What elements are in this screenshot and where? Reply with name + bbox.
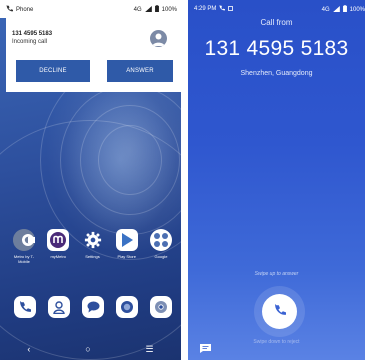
app-settings[interactable]: Settings (79, 229, 107, 264)
app-row: Metro by T-Mobile myMetro Settings Play … (10, 229, 175, 264)
app-label: Settings (85, 254, 100, 259)
contacts-icon[interactable] (48, 296, 70, 318)
camera-icon[interactable] (116, 296, 138, 318)
app-label: Metro by T-Mobile (13, 254, 35, 264)
swipe-down-hint: Swipe down to reject (253, 339, 300, 345)
status-bar: Phone 4G 100% (0, 0, 181, 18)
network-type: 4G (133, 6, 142, 13)
avatar-icon (150, 30, 167, 47)
home-button[interactable]: ○ (85, 344, 90, 354)
app-google-folder[interactable]: Google (147, 229, 175, 264)
signal-icon (332, 5, 340, 14)
app-play-store[interactable]: Play Store (113, 229, 141, 264)
phone-call-icon (6, 5, 13, 14)
battery-percent: 100% (161, 6, 177, 13)
caller-number: 131 4595 5183 (12, 31, 53, 37)
play-store-icon (115, 229, 138, 251)
swipe-up-hint: Swipe up to answer (254, 271, 299, 277)
metro-icon (13, 229, 35, 251)
answer-button[interactable]: ANSWER (107, 60, 173, 82)
home-screen-with-call-notification: Phone 4G 100% 131 4595 5183 Incoming cal… (0, 0, 181, 360)
app-label: myMetro (50, 254, 67, 259)
phone-icon[interactable] (14, 296, 36, 318)
carrier-label: Phone (16, 6, 34, 13)
battery-icon (342, 5, 347, 14)
incoming-call-screen: 4:29 PM 4G 100% Call from 131 4595 5183 … (188, 0, 365, 360)
app-label: Google (154, 254, 168, 259)
back-button[interactable]: ‹ (27, 344, 30, 354)
status-bar: 4:29 PM 4G 100% (188, 0, 365, 16)
caller-number: 131 4595 5183 (204, 37, 349, 60)
clock: 4:29 PM (194, 6, 217, 12)
incoming-call-label: Incoming call (12, 39, 48, 45)
messages-icon[interactable] (82, 296, 104, 318)
decline-button[interactable]: DECLINE (16, 60, 90, 82)
mymetro-icon (47, 229, 70, 251)
phone-call-icon (219, 5, 226, 13)
signal-icon (144, 5, 152, 14)
google-folder-icon (150, 229, 172, 251)
gear-icon (82, 229, 104, 251)
answer-swipe-button[interactable] (262, 294, 297, 329)
battery-percent: 100% (349, 6, 365, 13)
recents-button[interactable]: ☰ (146, 344, 154, 355)
app-mymetro[interactable]: myMetro (44, 229, 72, 264)
app-label: Play Store (117, 254, 136, 259)
incoming-call-notification[interactable]: 131 4595 5183 Incoming call DECLINE ANSW… (6, 18, 181, 92)
sim-icon (228, 5, 234, 13)
battery-icon (154, 5, 159, 14)
phone-icon (274, 303, 286, 321)
app-metro[interactable]: Metro by T-Mobile (10, 229, 38, 264)
call-from-label: Call from (260, 18, 293, 27)
network-type: 4G (321, 6, 330, 13)
chrome-icon[interactable] (150, 296, 172, 318)
caller-location: Shenzhen, Guangdong (240, 70, 313, 77)
dock (14, 296, 172, 318)
navigation-bar: ‹ ○ ☰ (0, 338, 181, 360)
screenshot-pair: Phone 4G 100% 131 4595 5183 Incoming cal… (0, 0, 365, 360)
